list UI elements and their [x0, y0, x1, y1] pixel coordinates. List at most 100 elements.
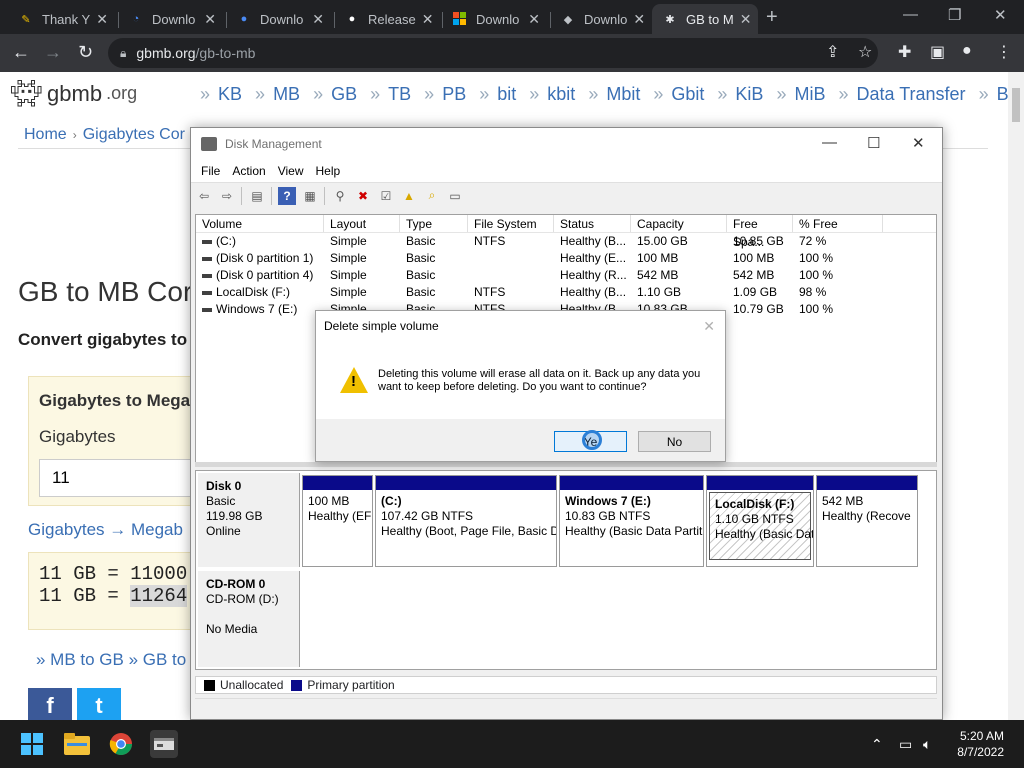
volume-list-scrollbar[interactable]	[195, 462, 937, 467]
nav-gbit[interactable]: Gbit	[671, 84, 704, 104]
cdrom-label[interactable]: CD-ROM 0 CD-ROM (D:) No Media	[198, 571, 300, 667]
extensions-icon[interactable]: ✚	[898, 42, 911, 62]
url-path: /gb-to-mb	[195, 45, 256, 61]
side-panel-icon[interactable]: ▣	[930, 42, 945, 62]
browser-tab-4[interactable]: ● Release ✕	[334, 4, 442, 34]
close-tab-icon[interactable]: ✕	[627, 11, 645, 28]
close-tab-icon[interactable]: ✕	[306, 11, 324, 28]
scrollbar-thumb[interactable]	[1012, 88, 1020, 122]
col-volume[interactable]: Volume	[196, 215, 324, 232]
volume-row[interactable]: LocalDisk (F:) Simple Basic NTFS Healthy…	[196, 284, 936, 301]
col-filesystem[interactable]: File System	[468, 215, 554, 232]
menu-action[interactable]: Action	[226, 164, 271, 178]
reload-icon[interactable]: ↻	[78, 42, 93, 63]
partition-e[interactable]: Windows 7 (E:) 10.83 GB NTFS Healthy (Basi…	[559, 475, 704, 567]
back-arrow-icon[interactable]: ⇦	[195, 187, 213, 205]
dialog-title[interactable]: Delete simple volume	[316, 311, 725, 341]
browser-tab-2[interactable]: ◔ Downlo ✕	[118, 4, 226, 34]
partition-recovery[interactable]: 542 MB Healthy (Recove	[816, 475, 918, 567]
menu-file[interactable]: File	[195, 164, 226, 178]
partition-efi[interactable]: 100 MB Healthy (EFI	[302, 475, 373, 567]
forward-arrow-icon[interactable]: ⇨	[218, 187, 236, 205]
col-capacity[interactable]: Capacity	[631, 215, 727, 232]
col-type[interactable]: Type	[400, 215, 468, 232]
nav-kib[interactable]: KiB	[735, 84, 763, 104]
nav-kb[interactable]: KB	[218, 84, 242, 104]
nav-kbit[interactable]: kbit	[547, 84, 575, 104]
browser-tab-1[interactable]: ✎ Thank Y ✕	[8, 4, 116, 34]
tray-chevron-icon[interactable]: ⌃	[871, 736, 883, 753]
dialog-close-icon[interactable]: ✕	[703, 318, 715, 335]
nav-mib[interactable]: MiB	[794, 84, 825, 104]
browser-tab-active[interactable]: ✱ GB to M ✕	[652, 4, 758, 34]
nav-gb[interactable]: GB	[331, 84, 357, 104]
partition-c[interactable]: (C:) 107.42 GB NTFS Healthy (Boot, Page Fi…	[375, 475, 557, 567]
nav-blog[interactable]: Blog	[997, 84, 1008, 104]
file-explorer-icon[interactable]	[63, 730, 91, 758]
volume-icon[interactable]: 🔈︎	[923, 736, 931, 753]
volume-row[interactable]: (C:) Simple Basic NTFS Healthy (B... 15.…	[196, 233, 936, 250]
browser-tab-3[interactable]: ● Downlo ✕	[226, 4, 334, 34]
twitter-share-icon[interactable]: t	[77, 688, 121, 720]
properties-view-icon[interactable]: ▦	[301, 187, 319, 205]
console-tree-icon[interactable]: ▤	[248, 187, 266, 205]
page-scrollbar[interactable]	[1008, 72, 1024, 720]
col-free-space[interactable]: Free Spa...	[727, 215, 793, 249]
conversion-direction-link[interactable]: Gigabytes → Megab	[28, 520, 183, 540]
new-tab-icon[interactable]: +	[766, 6, 778, 29]
close-tab-icon[interactable]: ✕	[198, 11, 216, 28]
restore-icon[interactable]: ❐	[948, 6, 961, 24]
dm-minimize-icon[interactable]: —	[822, 134, 837, 151]
profile-icon[interactable]: ●	[962, 42, 972, 60]
bookmark-star-icon[interactable]: ☆	[858, 42, 872, 62]
nav-mb[interactable]: MB	[273, 84, 300, 104]
system-clock[interactable]: 5:20 AM 8/7/2022	[957, 728, 1004, 760]
nav-bit[interactable]: bit	[497, 84, 516, 104]
network-icon[interactable]: ▭	[899, 736, 912, 753]
no-button[interactable]: No	[638, 431, 711, 452]
related-links[interactable]: » MB to GB » GB to	[36, 650, 186, 670]
nav-mbit[interactable]: Mbit	[606, 84, 640, 104]
dm-maximize-icon[interactable]: ☐	[867, 134, 880, 152]
breadcrumb-home[interactable]: Home	[24, 126, 67, 143]
back-icon[interactable]: ←	[12, 42, 30, 63]
drive-properties-icon[interactable]: ▭	[446, 187, 464, 205]
nav-data-transfer[interactable]: Data Transfer	[857, 84, 966, 104]
nav-pb[interactable]: PB	[442, 84, 466, 104]
facebook-share-icon[interactable]: f	[28, 688, 72, 720]
col-status[interactable]: Status	[554, 215, 631, 232]
col-layout[interactable]: Layout	[324, 215, 400, 232]
col-percent-free[interactable]: % Free	[793, 215, 883, 232]
connect-icon[interactable]: ⚲	[331, 187, 349, 205]
menu-kebab-icon[interactable]: ⋮	[996, 42, 1012, 62]
start-windows-icon[interactable]	[18, 730, 46, 758]
volume-row[interactable]: (Disk 0 partition 1) Simple Basic Health…	[196, 250, 936, 267]
check-icon[interactable]: ☑	[377, 187, 395, 205]
breadcrumb-current[interactable]: Gigabytes Cor	[83, 126, 185, 143]
site-logo[interactable]: 👾︎ gbmb .org	[10, 78, 137, 109]
minimize-icon[interactable]: —	[903, 6, 918, 23]
disk0-label[interactable]: Disk 0 Basic 119.98 GB Online	[198, 473, 300, 567]
delete-icon[interactable]: ✖	[354, 187, 372, 205]
nav-tb[interactable]: TB	[388, 84, 411, 104]
partition-f-selected[interactable]: LocalDisk (F:) 1.10 GB NTFS Healthy (Basic…	[706, 475, 814, 567]
close-window-icon[interactable]: ✕	[994, 6, 1007, 24]
forward-icon[interactable]: →	[44, 42, 62, 63]
close-tab-icon[interactable]: ✕	[734, 11, 752, 28]
help-icon[interactable]: ?	[278, 186, 296, 205]
search-folder-icon[interactable]: ⌕	[423, 187, 441, 205]
browser-tab-5[interactable]: Downlo ✕	[442, 4, 550, 34]
folder-up-icon[interactable]: ▲	[400, 187, 418, 205]
close-tab-icon[interactable]: ✕	[90, 11, 108, 28]
share-icon[interactable]: ⇪	[826, 42, 839, 62]
disk-management-taskbar-icon[interactable]	[150, 730, 178, 758]
dm-close-icon[interactable]: ✕	[912, 134, 925, 152]
address-bar[interactable]: 🔒︎ gbmb.org/gb-to-mb	[108, 38, 878, 68]
menu-help[interactable]: Help	[310, 164, 347, 178]
menu-view[interactable]: View	[272, 164, 310, 178]
chrome-icon[interactable]	[107, 730, 135, 758]
volume-row[interactable]: (Disk 0 partition 4) Simple Basic Health…	[196, 267, 936, 284]
browser-tab-6[interactable]: ◆ Downlo ✕	[550, 4, 652, 34]
close-tab-icon[interactable]: ✕	[416, 11, 434, 28]
close-tab-icon[interactable]: ✕	[522, 11, 540, 28]
